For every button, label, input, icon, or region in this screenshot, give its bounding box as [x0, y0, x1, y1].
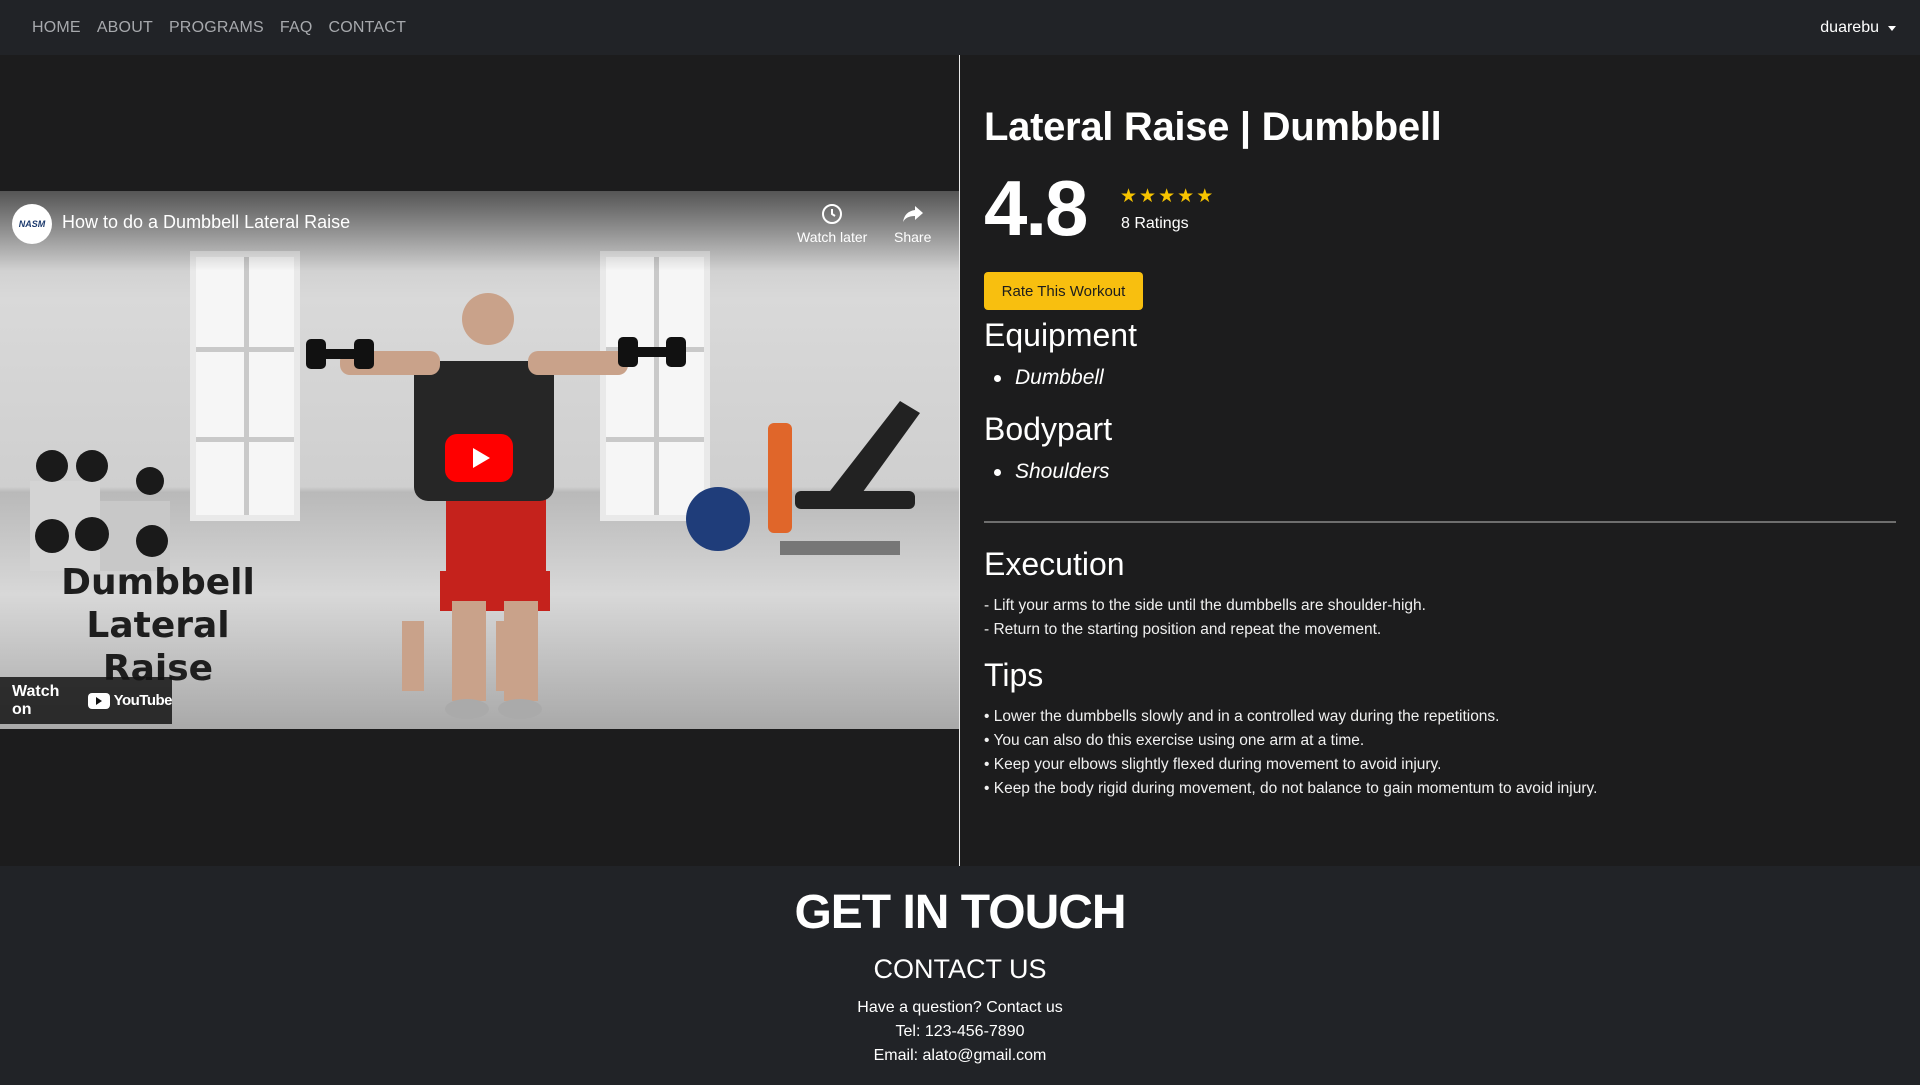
- footer-subtitle: CONTACT US: [873, 954, 1047, 984]
- nav-programs-link[interactable]: PROGRAMS: [169, 19, 264, 37]
- list-item: Shoulders: [994, 460, 1110, 484]
- tip-item: • Keep your elbows slightly flexed durin…: [984, 756, 1442, 773]
- vertical-divider: [959, 55, 960, 866]
- tip-item: • Keep the body rigid during movement, d…: [984, 780, 1598, 797]
- bodypart-item: Shoulders: [1015, 460, 1110, 483]
- bullet-icon: [994, 468, 1001, 476]
- nav-home-link[interactable]: HOME: [32, 19, 81, 37]
- workout-title: Lateral Raise | Dumbbell: [984, 105, 1442, 149]
- tip-item: • You can also do this exercise using on…: [984, 732, 1365, 749]
- equipment-item: Dumbbell: [1015, 366, 1104, 389]
- rate-workout-button[interactable]: Rate This Workout: [984, 272, 1143, 310]
- watch-later-label: Watch later: [797, 229, 868, 245]
- list-item: Dumbbell: [994, 366, 1104, 390]
- bodypart-heading: Bodypart: [984, 411, 1113, 447]
- tips-heading: Tips: [984, 657, 1044, 693]
- user-menu-dropdown[interactable]: duarebu: [1820, 19, 1896, 37]
- share-label: Share: [894, 229, 932, 245]
- nav-contact-link[interactable]: CONTACT: [329, 19, 407, 37]
- username: duarebu: [1820, 18, 1879, 36]
- ratings-count: 8 Ratings: [1121, 215, 1189, 232]
- play-button[interactable]: [445, 434, 513, 482]
- watch-on-label: Watch on: [12, 682, 60, 718]
- play-icon: [472, 448, 490, 468]
- tips-list: • Lower the dumbbells slowly and in a co…: [984, 705, 1597, 801]
- footer-title: GET IN TOUCH: [794, 886, 1126, 939]
- clock-icon: [822, 204, 843, 224]
- channel-logo[interactable]: NASM: [12, 204, 52, 244]
- video-caption: Dumbbell Lateral Raise: [38, 561, 278, 690]
- section-divider: [984, 521, 1896, 523]
- star-icon: ★: [1158, 186, 1176, 207]
- star-icon: ★: [1120, 186, 1138, 207]
- footer: GET IN TOUCH CONTACT US Have a question?…: [0, 866, 1920, 1085]
- workout-details: Lateral Raise | Dumbbell 4.8 ★ ★ ★ ★ ★ 8…: [984, 55, 1896, 866]
- watch-later-button[interactable]: Watch later: [797, 203, 867, 245]
- nav-faq-link[interactable]: FAQ: [280, 19, 313, 37]
- nav-links: HOME ABOUT PROGRAMS FAQ CONTACT: [32, 19, 406, 37]
- video-caption-line1: Dumbbell: [61, 562, 255, 603]
- video-title[interactable]: How to do a Dumbbell Lateral Raise: [62, 212, 350, 233]
- bodypart-list: Shoulders: [994, 460, 1110, 484]
- star-rating: ★ ★ ★ ★ ★: [1120, 187, 1213, 206]
- star-icon: ★: [1177, 186, 1195, 207]
- youtube-video-embed[interactable]: NASM How to do a Dumbbell Lateral Raise …: [0, 191, 959, 729]
- youtube-wordmark: YouTube: [113, 692, 173, 709]
- watch-on-youtube-button[interactable]: Watch on YouTube: [0, 677, 173, 724]
- share-icon: [902, 206, 923, 222]
- footer-email: Email: alato@gmail.com: [873, 1047, 1047, 1064]
- rating-value: 4.8: [984, 164, 1088, 252]
- equipment-heading: Equipment: [984, 317, 1137, 353]
- youtube-play-icon: [87, 692, 110, 709]
- tip-item: • Lower the dumbbells slowly and in a co…: [984, 708, 1500, 725]
- execution-heading: Execution: [984, 546, 1125, 582]
- equipment-list: Dumbbell: [994, 366, 1104, 390]
- bullet-icon: [994, 374, 1001, 382]
- youtube-logo: YouTube: [87, 692, 173, 709]
- navbar: HOME ABOUT PROGRAMS FAQ CONTACT duarebu: [0, 0, 1920, 55]
- execution-step: - Return to the starting position and re…: [984, 621, 1382, 638]
- video-panel: NASM How to do a Dumbbell Lateral Raise …: [0, 55, 959, 866]
- footer-question: Have a question? Contact us: [857, 999, 1063, 1016]
- footer-phone: Tel: 123-456-7890: [895, 1023, 1025, 1040]
- star-icon: ★: [1196, 186, 1214, 207]
- star-icon: ★: [1139, 186, 1157, 207]
- caret-down-icon: [1888, 25, 1896, 31]
- share-button[interactable]: Share: [894, 203, 931, 245]
- nav-about-link[interactable]: ABOUT: [97, 19, 153, 37]
- execution-steps: - Lift your arms to the side until the d…: [984, 594, 1426, 642]
- execution-step: - Lift your arms to the side until the d…: [984, 597, 1426, 614]
